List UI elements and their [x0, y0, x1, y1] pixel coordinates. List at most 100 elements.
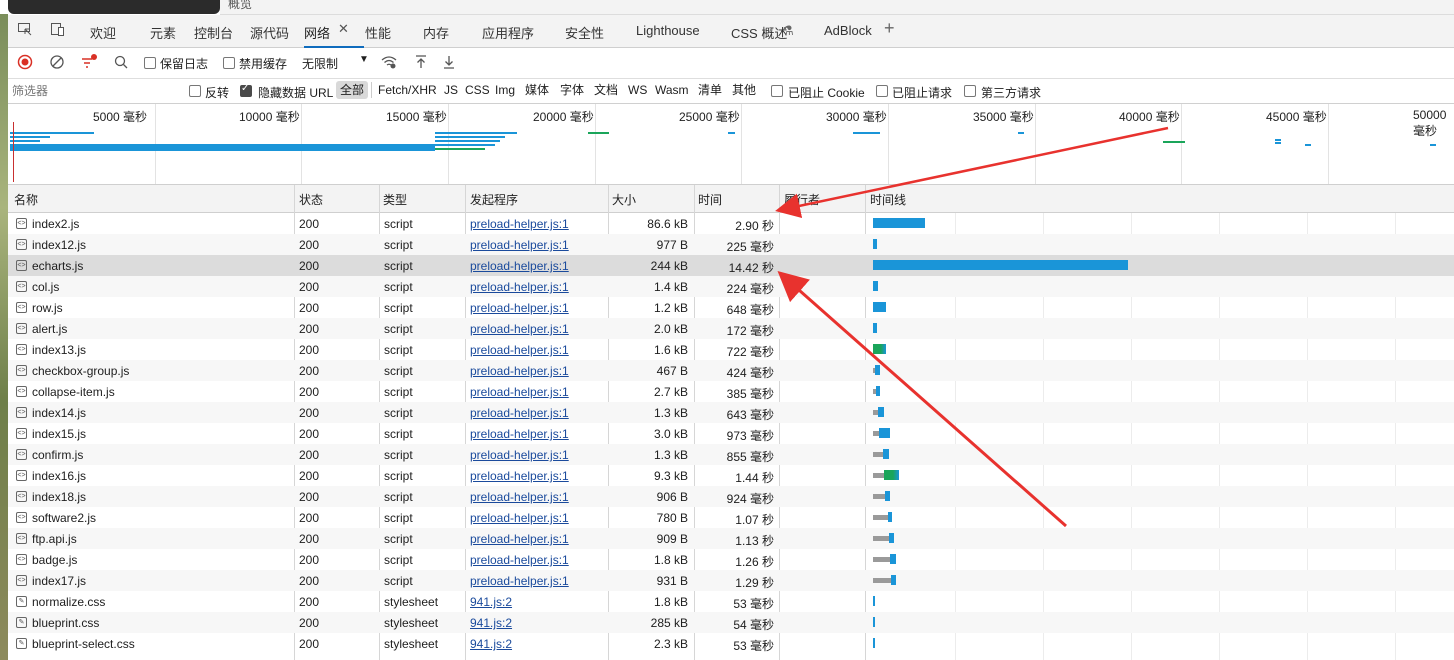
- filter-type-doc[interactable]: 文档: [590, 81, 622, 99]
- request-row[interactable]: ✎ blueprint-select.css 200 stylesheet 941.js…: [8, 633, 1454, 654]
- filter-icon[interactable]: [80, 54, 98, 72]
- request-row[interactable]: <> index13.js 200 script preload-helper.js:1…: [8, 339, 1454, 360]
- add-tab-icon[interactable]: +: [884, 18, 895, 39]
- column-time[interactable]: 时间: [698, 191, 722, 208]
- request-row[interactable]: <> echarts.js 200 script preload-helper.js:1…: [8, 255, 1454, 276]
- request-type: script: [384, 448, 413, 462]
- request-initiator[interactable]: preload-helper.js:1: [470, 238, 569, 252]
- search-icon[interactable]: [112, 54, 130, 72]
- request-initiator[interactable]: 941.js:2: [470, 616, 512, 630]
- tab-memory[interactable]: 内存: [423, 23, 449, 42]
- filter-type-manifest[interactable]: 清单: [694, 81, 726, 99]
- request-initiator[interactable]: preload-helper.js:1: [470, 406, 569, 420]
- disable-cache-label: 禁用缓存: [239, 57, 288, 71]
- request-row[interactable]: <> collapse-item.js 200 script preload-helpe…: [8, 381, 1454, 402]
- tab-network[interactable]: 网络: [304, 23, 330, 42]
- tab-performance[interactable]: 性能: [365, 23, 391, 42]
- clear-icon[interactable]: [48, 54, 66, 72]
- request-row[interactable]: <> index18.js 200 script preload-helper.js:1…: [8, 486, 1454, 507]
- third-party-checkbox[interactable]: [964, 85, 976, 97]
- request-row[interactable]: <> software2.js 200 script preload-helper.js…: [8, 507, 1454, 528]
- request-initiator[interactable]: preload-helper.js:1: [470, 490, 569, 504]
- request-row[interactable]: <> badge.js 200 script preload-helper.js:1 1.…: [8, 549, 1454, 570]
- filter-type-fetch[interactable]: Fetch/XHR: [374, 81, 441, 99]
- tab-sources[interactable]: 源代码: [250, 23, 289, 42]
- request-initiator[interactable]: preload-helper.js:1: [470, 532, 569, 546]
- tab-elements[interactable]: 元素: [150, 23, 176, 42]
- request-row[interactable]: ✎ normalize.css 200 stylesheet 941.js:2 1.8 k…: [8, 591, 1454, 612]
- column-status[interactable]: 状态: [299, 191, 323, 208]
- throttle-select[interactable]: 无限制: [302, 55, 338, 72]
- filter-input[interactable]: [10, 81, 184, 101]
- request-row[interactable]: ✎ blueprint.css 200 stylesheet 941.js:2 285 k…: [8, 612, 1454, 633]
- export-har-icon[interactable]: [440, 54, 458, 72]
- preserve-log-checkbox[interactable]: [144, 57, 156, 69]
- filter-type-other[interactable]: 其他: [728, 81, 760, 99]
- import-har-icon[interactable]: [412, 54, 430, 72]
- close-tab-icon[interactable]: ✕: [338, 21, 349, 37]
- request-initiator[interactable]: preload-helper.js:1: [470, 574, 569, 588]
- inspect-element-icon[interactable]: [16, 21, 34, 39]
- request-initiator[interactable]: preload-helper.js:1: [470, 343, 569, 357]
- request-row[interactable]: <> index12.js 200 script preload-helper.js:1…: [8, 234, 1454, 255]
- request-initiator[interactable]: preload-helper.js:1: [470, 469, 569, 483]
- filter-type-img[interactable]: Img: [491, 81, 519, 99]
- blocked-cookie-label: 已阻止 Cookie: [788, 86, 865, 100]
- filter-type-all[interactable]: 全部: [336, 81, 369, 99]
- chevron-down-icon[interactable]: ▼: [359, 54, 369, 65]
- device-emulation-icon[interactable]: [48, 21, 66, 39]
- request-initiator[interactable]: preload-helper.js:1: [470, 427, 569, 441]
- hide-data-url-checkbox[interactable]: [240, 83, 252, 97]
- filter-type-css[interactable]: CSS: [461, 81, 494, 99]
- request-row[interactable]: <> index15.js 200 script preload-helper.js:1…: [8, 423, 1454, 444]
- request-row[interactable]: <> checkbox-group.js 200 script preload-help…: [8, 360, 1454, 381]
- request-row[interactable]: <> index2.js 200 script preload-helper.js:1 8…: [8, 213, 1454, 234]
- request-row[interactable]: <> index16.js 200 script preload-helper.js:1…: [8, 465, 1454, 486]
- tab-welcome[interactable]: 欢迎: [90, 23, 116, 42]
- request-row[interactable]: <> index17.js 200 script preload-helper.js:1…: [8, 570, 1454, 591]
- column-fulfilled-by[interactable]: 履行者: [784, 191, 820, 208]
- column-waterfall[interactable]: 时间线: [870, 191, 906, 208]
- tab-lighthouse[interactable]: Lighthouse: [636, 23, 700, 38]
- request-row[interactable]: <> ftp.api.js 200 script preload-helper.js:1…: [8, 528, 1454, 549]
- request-initiator[interactable]: preload-helper.js:1: [470, 280, 569, 294]
- tab-application[interactable]: 应用程序: [482, 23, 534, 42]
- blocked-requests-checkbox[interactable]: [876, 85, 888, 97]
- network-overview[interactable]: 5000 毫秒 10000 毫秒 15000 毫秒 20000 毫秒 25000 毫秒 3…: [8, 104, 1454, 185]
- request-initiator[interactable]: preload-helper.js:1: [470, 385, 569, 399]
- request-row[interactable]: <> confirm.js 200 script preload-helper.js:1…: [8, 444, 1454, 465]
- column-name[interactable]: 名称: [14, 191, 38, 208]
- column-type[interactable]: 类型: [383, 191, 407, 208]
- request-row[interactable]: <> col.js 200 script preload-helper.js:1 1.4 …: [8, 276, 1454, 297]
- filter-type-wasm[interactable]: Wasm: [651, 81, 693, 99]
- request-row[interactable]: <> index14.js 200 script preload-helper.js:1…: [8, 402, 1454, 423]
- tab-security[interactable]: 安全性: [565, 23, 604, 42]
- disable-cache-checkbox[interactable]: [223, 57, 235, 69]
- request-row[interactable]: <> row.js 200 script preload-helper.js:1 1.2 …: [8, 297, 1454, 318]
- filter-type-ws[interactable]: WS: [624, 81, 651, 99]
- filter-type-font[interactable]: 字体: [556, 81, 588, 99]
- record-icon[interactable]: [16, 54, 34, 72]
- tab-css-overview[interactable]: CSS 概述: [731, 23, 787, 42]
- request-initiator[interactable]: preload-helper.js:1: [470, 301, 569, 315]
- tab-adblock[interactable]: AdBlock: [824, 23, 872, 38]
- filter-type-media[interactable]: 媒体: [521, 81, 553, 99]
- request-initiator[interactable]: preload-helper.js:1: [470, 217, 569, 231]
- tab-console[interactable]: 控制台: [194, 23, 233, 42]
- waterfall-bar: [873, 617, 875, 627]
- request-initiator[interactable]: preload-helper.js:1: [470, 448, 569, 462]
- request-initiator[interactable]: preload-helper.js:1: [470, 259, 569, 273]
- request-initiator[interactable]: preload-helper.js:1: [470, 511, 569, 525]
- filter-type-js[interactable]: JS: [440, 81, 462, 99]
- blocked-cookie-checkbox[interactable]: [771, 85, 783, 97]
- invert-checkbox[interactable]: [189, 85, 201, 97]
- request-initiator[interactable]: preload-helper.js:1: [470, 322, 569, 336]
- column-initiator[interactable]: 发起程序: [470, 191, 518, 208]
- column-size[interactable]: 大小: [612, 191, 636, 208]
- request-initiator[interactable]: 941.js:2: [470, 637, 512, 651]
- request-initiator[interactable]: preload-helper.js:1: [470, 553, 569, 567]
- request-row[interactable]: <> alert.js 200 script preload-helper.js:1 2.…: [8, 318, 1454, 339]
- request-initiator[interactable]: preload-helper.js:1: [470, 364, 569, 378]
- network-conditions-icon[interactable]: [380, 54, 398, 72]
- request-initiator[interactable]: 941.js:2: [470, 595, 512, 609]
